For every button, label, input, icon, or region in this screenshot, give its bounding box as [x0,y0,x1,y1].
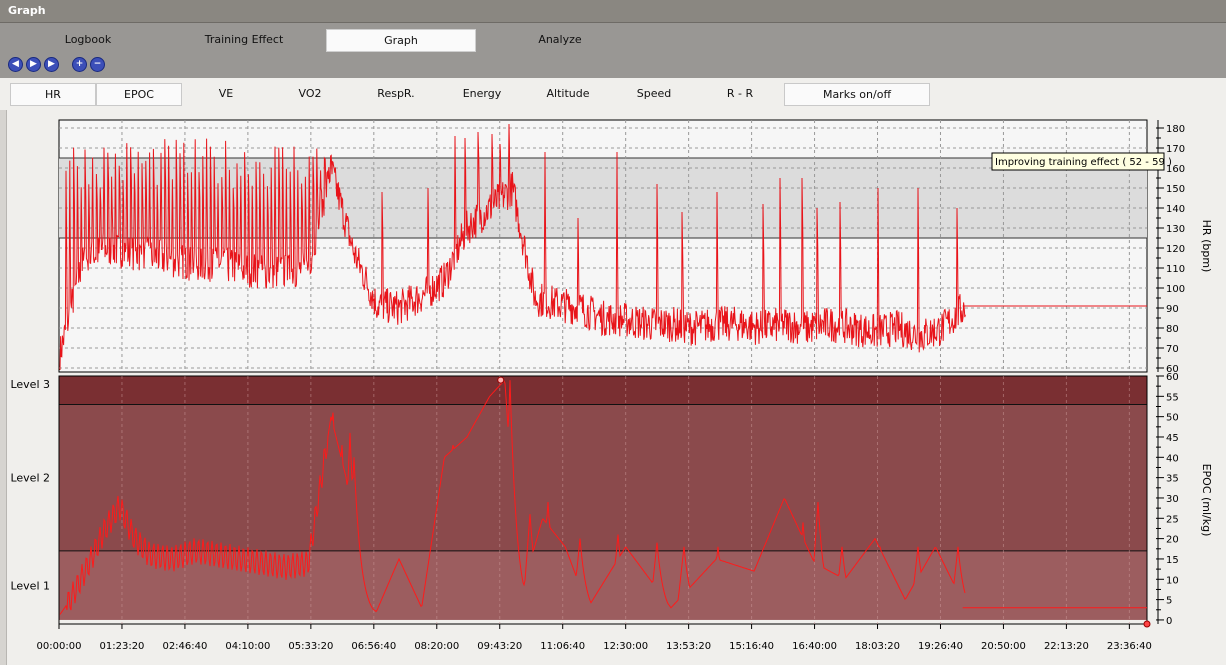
epoc-y-tick-label: 35 [1166,474,1179,485]
hr-y-tick-label: 170 [1166,144,1185,155]
hr-y-tick-label: 180 [1166,124,1185,135]
epoc-level-label: Level 3 [10,378,50,391]
hr-y-tick-label: 130 [1166,224,1185,235]
epoc-level-band [59,404,1147,551]
x-tick-label: 02:46:40 [162,641,207,652]
x-tick-label: 16:40:00 [792,641,837,652]
x-tick-label: 04:10:00 [225,641,270,652]
epoc-y-tick-label: 25 [1166,514,1179,525]
x-tick-label: 01:23:20 [100,641,145,652]
tooltip-text: Improving training effect ( 52 - 59 ) [995,157,1172,168]
end-marker [1143,620,1151,628]
hr-y-tick-label: 110 [1166,264,1185,275]
epoc-y-tick-label: 20 [1166,535,1179,546]
epoc-peak-marker [497,376,505,384]
x-tick-label: 23:36:40 [1107,641,1152,652]
hr-y-tick-label: 100 [1166,284,1185,295]
epoc-y-tick-label: 55 [1166,392,1179,403]
epoc-y-tick-label: 10 [1166,575,1179,586]
x-tick-label: 00:00:00 [37,641,82,652]
x-tick-label: 11:06:40 [540,641,585,652]
epoc-y-tick-label: 5 [1166,596,1172,607]
epoc-level-label: Level 2 [10,472,50,485]
hr-axis-title: HR (bpm) [1200,220,1213,273]
hr-y-tick-label: 70 [1166,344,1179,355]
hr-y-tick-label: 90 [1166,304,1179,315]
x-tick-label: 09:43:20 [477,641,522,652]
hr-y-tick-label: 120 [1166,244,1185,255]
epoc-y-tick-label: 0 [1166,616,1172,627]
x-tick-label: 19:26:40 [918,641,963,652]
x-tick-label: 05:33:20 [288,641,333,652]
epoc-y-tick-label: 15 [1166,555,1179,566]
x-tick-label: 18:03:20 [855,641,900,652]
x-tick-label: 22:13:20 [1044,641,1089,652]
hr-y-tick-label: 80 [1166,324,1179,335]
epoc-level-band [59,376,1147,405]
epoc-y-tick-label: 50 [1166,413,1179,424]
epoc-y-tick-label: 45 [1166,433,1179,444]
x-tick-label: 08:20:00 [414,641,459,652]
epoc-y-tick-label: 30 [1166,494,1179,505]
epoc-level-label: Level 1 [10,579,50,592]
x-tick-label: 12:30:00 [603,641,648,652]
x-tick-label: 20:50:00 [981,641,1026,652]
epoc-axis-title: EPOC (ml/kg) [1200,464,1213,537]
x-tick-label: 06:56:40 [351,641,396,652]
epoc-y-tick-label: 40 [1166,453,1179,464]
x-tick-label: 13:53:20 [666,641,711,652]
graph-area[interactable]: Level 3 Level 2 Level 1 00:00:00 01:23:20 02:… [0,0,1226,665]
hr-y-tick-label: 140 [1166,204,1185,215]
epoc-y-tick-label: 60 [1166,372,1179,383]
x-tick-label: 15:16:40 [729,641,774,652]
hr-y-tick-label: 150 [1166,184,1185,195]
